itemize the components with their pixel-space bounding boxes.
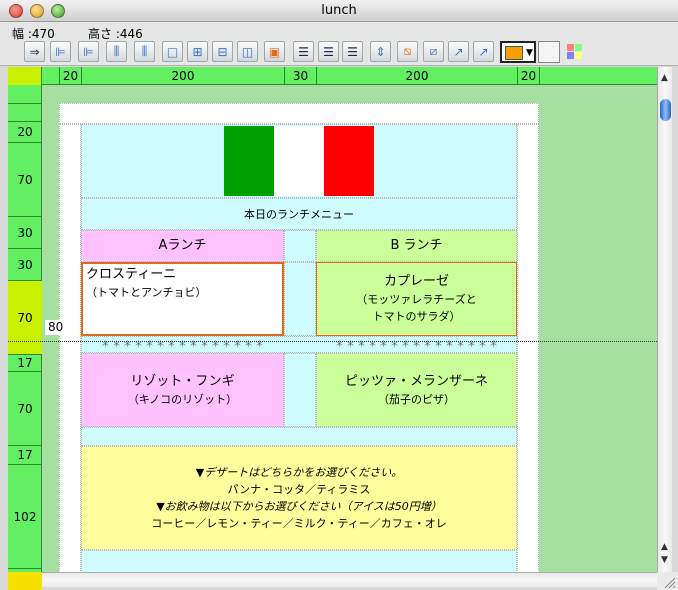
row-height-cell[interactable]: 70: [8, 142, 42, 216]
align-center-icon[interactable]: ⊫: [78, 41, 99, 62]
dessert-drink-cell[interactable]: ▼デザートはどちらかをお選びください。 パンナ・コッタ／ティラミス ▼お飲み物は…: [81, 446, 517, 550]
cell-split-h-icon[interactable]: ⊟: [212, 41, 233, 62]
row-height-cell[interactable]: 20: [8, 121, 42, 142]
vertical-resize-icon[interactable]: ⇕: [370, 41, 391, 62]
column-width-cell[interactable]: 30: [284, 67, 316, 85]
column-width-cell[interactable]: 20: [517, 67, 539, 85]
row-ruler-empty: [8, 103, 42, 121]
horizontal-scrollbar[interactable]: [8, 572, 657, 587]
margin-column: [59, 124, 81, 572]
dish-a2-name: リゾット・フンギ: [130, 373, 235, 389]
row-guide-line[interactable]: [8, 341, 657, 342]
cell-split-v-icon[interactable]: ◫: [237, 41, 258, 62]
ruler-corner: [8, 67, 42, 85]
table-cell[interactable]: [284, 353, 316, 427]
dessert-items: パンナ・コッタ／ティラミス: [227, 483, 371, 496]
scrollbar-thumb[interactable]: [660, 99, 671, 121]
dish-b1-name: カプレーゼ: [383, 274, 449, 289]
window-title: lunch: [321, 3, 357, 18]
column-ruler: 20 200 30 200 20 ➤: [8, 67, 657, 85]
col-a-header-cell[interactable]: Aランチ: [81, 230, 284, 262]
align-middle-icon[interactable]: ⫼: [134, 41, 155, 62]
chevron-down-icon: ▼: [526, 48, 533, 58]
row-height-cell[interactable]: 30: [8, 248, 42, 280]
drink-items: コーヒー／レモン・ティー／ミルク・ティー／カフェ・オレ: [151, 517, 447, 530]
separator-row[interactable]: ＊＊＊＊＊＊＊＊＊＊＊＊＊＊＊ ＊＊＊＊＊＊＊＊＊＊＊＊＊＊＊: [81, 336, 517, 353]
column-ruler-empty: [539, 67, 657, 85]
menu-table[interactable]: 本日のランチメニュー Aランチ B ランチ クロスティーニ （トマトとアンチョビ…: [59, 103, 539, 572]
align-left-icon[interactable]: ⊫: [50, 41, 71, 62]
dessert-title: ▼デザートはどちらかをお選びください。: [195, 466, 403, 479]
column-width-cell[interactable]: 200: [81, 67, 284, 85]
text-align-left-icon[interactable]: ☰: [293, 41, 314, 62]
dish-b1-desc: （モッツァレラチーズと: [356, 293, 477, 306]
arrow-right-icon[interactable]: ⇒: [24, 41, 45, 62]
cell-frame-icon[interactable]: ▣: [264, 41, 285, 62]
row-height-cell[interactable]: 30: [8, 216, 42, 248]
col-b-header: B ランチ: [390, 238, 443, 253]
diagonal-box-icon[interactable]: ⧅: [397, 41, 418, 62]
chart-box-icon[interactable]: ↗: [473, 41, 494, 62]
chart-line-icon[interactable]: ↗: [448, 41, 469, 62]
resize-grip-icon[interactable]: [657, 572, 678, 590]
table-cell[interactable]: [284, 262, 316, 336]
row-height-cell[interactable]: 17: [8, 445, 42, 464]
toolbar: ⇒ ⊫ ⊫ ⫼ ⫼ □ ⊞ ⊟ ◫ ▣ ☰ ☰ ☰ ⇕ ⧅ ⧄ ↗ ↗ ▼: [0, 40, 678, 66]
italy-flag: [224, 126, 374, 196]
scroll-up-icon[interactable]: ▲: [661, 73, 668, 83]
table-cell[interactable]: [284, 230, 316, 262]
table-cell[interactable]: [59, 103, 539, 124]
row-height-cell-selected[interactable]: 70: [8, 280, 42, 354]
text-align-right-icon[interactable]: ☰: [342, 41, 363, 62]
row-height-badge: 80: [45, 320, 71, 335]
table-cell[interactable]: [81, 550, 517, 572]
text-align-center-icon[interactable]: ☰: [318, 41, 339, 62]
flag-red: [324, 126, 374, 196]
dish-a1-desc: （トマトとアンチョビ）: [86, 286, 207, 299]
col-a-header: Aランチ: [158, 238, 207, 253]
dish-a1-cell[interactable]: クロスティーニ （トマトとアンチョビ）: [81, 262, 284, 336]
title-bar: lunch: [0, 0, 678, 22]
cell-grid-icon[interactable]: ⊞: [187, 41, 208, 62]
scroll-up-icon[interactable]: ▲: [661, 542, 668, 552]
scroll-down-icon[interactable]: ▼: [661, 555, 668, 565]
table-cell[interactable]: [81, 427, 517, 446]
dish-b2-name: ピッツァ・メランザーネ: [344, 373, 488, 389]
dish-a1-name: クロスティーニ: [86, 267, 177, 282]
flag-green: [224, 126, 274, 196]
color-blank-button[interactable]: [538, 41, 560, 63]
col-b-header-cell[interactable]: B ランチ: [316, 230, 517, 262]
dish-b1-desc: トマトのサラダ）: [372, 310, 461, 323]
diagonal-line-icon[interactable]: ⧄: [423, 41, 444, 62]
color-swatch: [505, 46, 523, 60]
table-editor[interactable]: 20 200 30 200 20 ➤ 20 70 30 30 70 17 70 …: [8, 67, 657, 572]
align-top-icon[interactable]: ⫼: [106, 41, 127, 62]
drink-title: ▼お飲み物は以下からお選びください（アイスは50円増）: [156, 500, 442, 513]
column-width-cell[interactable]: 20: [59, 67, 81, 85]
dish-b2-desc: （茄子のピザ）: [378, 392, 455, 406]
flag-white: [274, 126, 324, 196]
row-height-cell[interactable]: 17: [8, 354, 42, 371]
color-picker[interactable]: ▼: [500, 41, 536, 63]
info-bar: 幅 :470 高さ :446: [0, 22, 678, 41]
color-palette-icon[interactable]: [564, 41, 585, 62]
dish-b2-cell[interactable]: ピッツァ・メランザーネ （茄子のピザ）: [316, 353, 517, 427]
cell-single-icon[interactable]: □: [162, 41, 183, 62]
margin-column: [517, 124, 539, 572]
dish-a2-desc: （キノコのリゾット）: [127, 392, 238, 406]
ruler-corner-bottom: [8, 572, 42, 590]
column-width-cell[interactable]: 200: [316, 67, 517, 85]
menu-heading: 本日のランチメニュー: [244, 207, 354, 221]
dish-b1-cell[interactable]: カプレーゼ （モッツァレラチーズと トマトのサラダ）: [316, 262, 517, 336]
menu-heading-cell[interactable]: 本日のランチメニュー: [81, 198, 517, 230]
row-ruler: 20 70 30 30 70 17 70 17 102 20: [8, 85, 42, 572]
flag-cell[interactable]: [81, 124, 517, 198]
row-height-cell[interactable]: 102: [8, 464, 42, 568]
vertical-scrollbar[interactable]: ▲ ▲ ▼: [657, 67, 672, 572]
row-height-cell[interactable]: 70: [8, 371, 42, 445]
dish-a2-cell[interactable]: リゾット・フンギ （キノコのリゾット）: [81, 353, 284, 427]
